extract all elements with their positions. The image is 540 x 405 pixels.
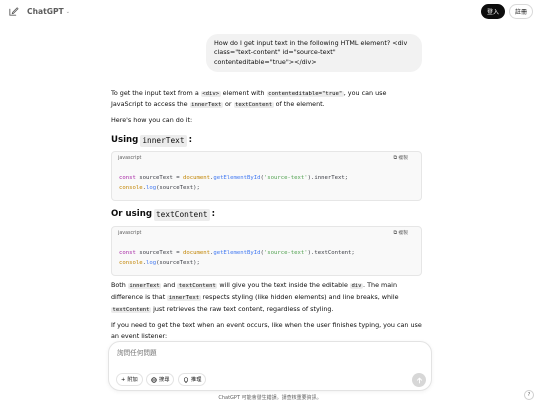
inline-code: textContent xyxy=(233,102,274,108)
comparison-line-1: Both innerText and textContent will give… xyxy=(111,281,397,289)
howto-text: Here's how you can do it: xyxy=(111,116,193,124)
inline-code: <div> xyxy=(200,91,221,97)
section-heading-textcontent: Or using textContent: xyxy=(111,208,215,222)
copy-icon: ⧉ xyxy=(393,156,397,161)
user-message-bubble: How do I get input text in the following… xyxy=(206,34,422,72)
event-line-2: an event listener: xyxy=(111,332,168,340)
copy-code-button[interactable]: ⧉ 複製 xyxy=(393,230,408,238)
arrow-up-icon xyxy=(416,377,422,383)
help-button[interactable]: ? xyxy=(524,390,534,400)
plus-icon: + xyxy=(121,376,126,383)
inline-code: contenteditable="true" xyxy=(266,91,344,97)
chevron-down-icon: ⌄ xyxy=(65,8,70,15)
top-bar: ChatGPT ⌄ 登入 註冊 xyxy=(0,0,540,24)
globe-icon xyxy=(151,376,157,383)
login-button[interactable]: 登入 xyxy=(481,4,505,19)
lightbulb-icon xyxy=(184,376,188,383)
code-block: javascript ⧉ 複製 const sourceText = docum… xyxy=(111,151,422,201)
code-block: javascript ⧉ 複製 const sourceText = docum… xyxy=(111,226,422,276)
reason-button[interactable]: 推理 xyxy=(178,373,207,386)
code-line: console.log(sourceText); xyxy=(119,260,200,266)
inline-code: innerText xyxy=(189,102,223,108)
comparison-line-2: difference is that innerText respects st… xyxy=(111,293,399,301)
code-line: const sourceText = document.getElementBy… xyxy=(119,175,349,181)
code-line: const sourceText = document.getElementBy… xyxy=(119,250,355,256)
section-heading-innertext: Using innerText: xyxy=(111,134,192,148)
copy-icon: ⧉ xyxy=(393,231,397,236)
event-line-1: If you need to get the text when an even… xyxy=(111,321,422,329)
model-selector[interactable]: ChatGPT ⌄ xyxy=(27,7,70,16)
brand-title: ChatGPT xyxy=(27,7,64,16)
attach-button[interactable]: + 附加 xyxy=(116,373,143,386)
send-button[interactable] xyxy=(412,373,426,387)
message-composer: + 附加 搜尋 推理 xyxy=(108,341,432,391)
disclaimer-text: ChatGPT 可能會發生錯誤。請查核重要資訊。 xyxy=(218,395,322,401)
signup-button[interactable]: 註冊 xyxy=(509,4,533,19)
code-language-label: javascript xyxy=(118,156,142,161)
code-language-label: javascript xyxy=(118,231,142,236)
intro-line-1: To get the input text from a <div> eleme… xyxy=(111,89,387,97)
intro-line-2: JavaScript to access the innerText or te… xyxy=(111,100,325,108)
new-chat-icon[interactable] xyxy=(8,6,19,17)
search-button[interactable]: 搜尋 xyxy=(146,373,175,386)
comparison-line-3: textContent just retrieves the raw text … xyxy=(111,305,334,313)
prompt-input[interactable] xyxy=(117,349,367,357)
copy-code-button[interactable]: ⧉ 複製 xyxy=(393,155,408,163)
code-line: console.log(sourceText); xyxy=(119,185,200,191)
